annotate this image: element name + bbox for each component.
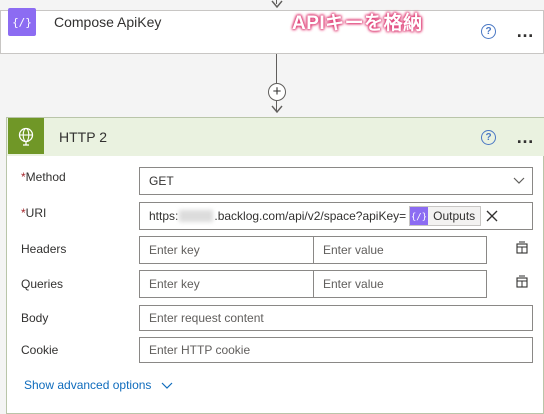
compose-more-options-icon[interactable]: … [516, 22, 535, 40]
top-arrow-icon [271, 0, 283, 9]
body-input[interactable]: Enter request content [139, 305, 533, 331]
http-card-title: HTTP 2 [59, 129, 107, 145]
globe-icon [8, 118, 44, 154]
method-select[interactable]: GET [139, 167, 533, 195]
headers-value-input[interactable]: Enter value [313, 236, 487, 264]
cookie-input[interactable]: Enter HTTP cookie [139, 337, 533, 363]
compose-help-icon[interactable]: ? [481, 24, 496, 39]
queries-key-input[interactable]: Enter key [139, 270, 314, 298]
chevron-down-icon [161, 382, 173, 389]
uri-prefix: https: [149, 209, 179, 223]
show-advanced-options-link[interactable]: Show advanced options [24, 378, 173, 392]
headers-label: Headers [21, 242, 67, 256]
middle-connector-line-upper [276, 54, 277, 83]
headers-key-input[interactable]: Enter key [139, 236, 314, 264]
body-label: Body [21, 311, 49, 325]
http-action-card [6, 117, 544, 414]
headers-switch-mode-icon[interactable] [515, 241, 529, 255]
outputs-token-label: Outputs [433, 209, 476, 223]
svg-text:{/}: {/} [412, 213, 426, 223]
uri-label: *URI [21, 206, 47, 220]
svg-text:{/}: {/} [13, 16, 31, 29]
queries-switch-mode-icon[interactable] [515, 275, 529, 289]
queries-label: Queries [21, 277, 64, 291]
compose-token-icon: {/} [410, 207, 429, 225]
uri-input[interactable]: https: .backlog.com/api/v2/space?apiKey=… [139, 202, 533, 230]
queries-value-input[interactable]: Enter value [313, 270, 487, 298]
method-label: *Method [21, 170, 66, 184]
outputs-token[interactable]: {/} Outputs [409, 206, 482, 226]
http-more-options-icon[interactable]: … [516, 128, 535, 146]
annotation-text: APIキーを格納 [292, 13, 423, 34]
add-step-button[interactable]: + [268, 83, 286, 101]
chevron-down-icon [513, 177, 525, 184]
uri-suffix: .backlog.com/api/v2/space?apiKey= [214, 209, 407, 223]
compose-action-icon: {/} [8, 8, 36, 36]
method-value: GET [149, 174, 174, 188]
redacted-host [179, 210, 214, 222]
remove-token-icon[interactable] [485, 209, 499, 223]
cookie-label: Cookie [21, 343, 59, 357]
compose-card-title: Compose ApiKey [54, 14, 162, 30]
http-help-icon[interactable]: ? [481, 130, 496, 145]
connector-arrow-icon [271, 105, 283, 114]
